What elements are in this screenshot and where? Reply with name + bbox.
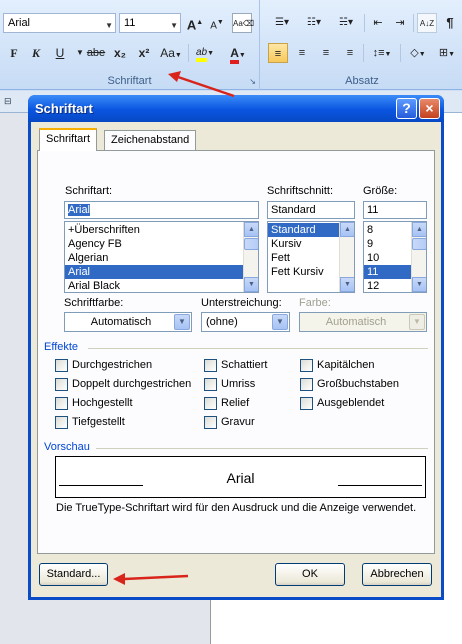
arrow-to-launcher	[168, 71, 235, 98]
annotation-arrows	[113, 71, 235, 585]
tab-schriftart[interactable]: Schriftart	[39, 128, 98, 151]
arrow-to-default-button	[113, 573, 189, 585]
